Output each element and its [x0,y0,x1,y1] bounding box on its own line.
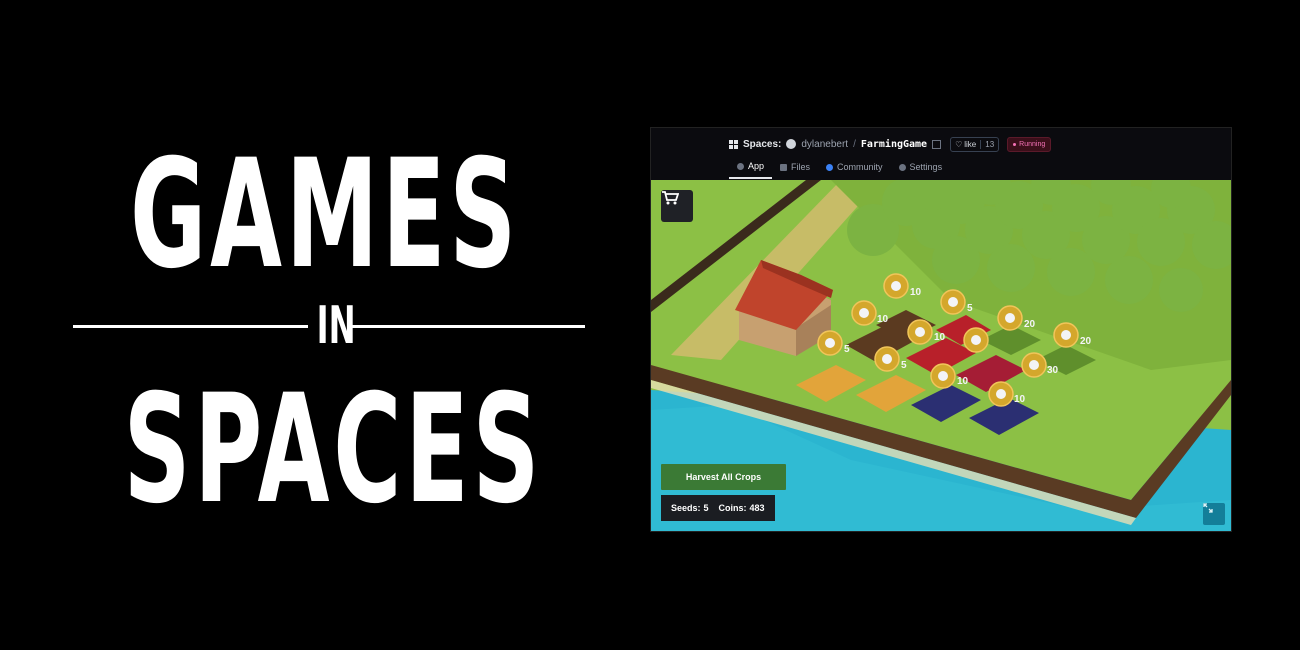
fullscreen-button[interactable] [1203,503,1225,525]
tab-settings-label: Settings [909,162,943,172]
space-header: Spaces: dylanebert / FarmingGame ♡ like … [651,128,1231,181]
divider-left [73,325,308,328]
hero-word-spaces: SPACES [123,363,544,537]
coins-value: 483 [749,503,765,513]
plot-value-label: 10 [957,376,969,387]
tab-app[interactable]: App [729,155,773,179]
breadcrumb: Spaces: dylanebert / FarmingGame ♡ like … [729,136,1052,152]
game-canvas[interactable]: 10 5 10 10 20 20 5 5 10 30 10 Harvest Al… [651,180,1231,531]
hero-title: GAMES IN SPACES [0,0,650,650]
seeds-stat: Seeds: 5 [671,503,709,513]
plot-value-label: 10 [910,287,922,298]
spaces-label[interactable]: Spaces: [743,139,781,150]
app-icon [737,162,744,170]
repo-link[interactable]: FarmingGame [861,139,927,150]
files-icon [780,163,788,171]
copy-icon[interactable] [932,139,942,149]
plot-value-label: 10 [1014,394,1026,405]
status-text: Running [1019,140,1046,148]
tab-community-label: Community [837,162,883,172]
coins-label: Coins: [718,503,747,513]
tab-files-label: Files [791,162,811,172]
heart-icon: ♡ [955,139,963,149]
plot-value-label: 10 [934,332,946,343]
plot-value-label: 5 [844,344,850,355]
divider-right [350,325,585,328]
tab-settings[interactable]: Settings [891,155,951,179]
plot-value-label: 20 [1080,336,1092,347]
harvest-all-button[interactable]: Harvest All Crops [661,464,786,490]
plot-value-label: 5 [901,360,907,371]
plot-value-label: 30 [1047,365,1059,376]
shopping-cart-icon [662,191,679,205]
breadcrumb-separator: / [853,138,856,150]
like-button[interactable]: ♡ like 13 [950,136,1000,152]
shop-button[interactable] [661,190,693,222]
tab-app-label: App [748,161,765,171]
community-icon [826,163,834,171]
plot-value-label: 20 [1024,319,1036,330]
tab-files[interactable]: Files [772,155,818,179]
hero-word-games: GAMES [130,128,520,302]
status-badge: Running [1007,136,1052,152]
expand-icon [1203,503,1213,513]
tab-community[interactable]: Community [818,155,891,179]
avatar[interactable] [786,139,797,149]
spaces-grid-icon [729,139,738,149]
space-window: Spaces: dylanebert / FarmingGame ♡ like … [650,127,1232,532]
like-label: like [964,139,977,149]
hero-word-in: IN [316,296,356,356]
seeds-label: Seeds: [671,503,701,513]
resource-stats: Seeds: 5 Coins: 483 [661,495,775,521]
space-tabs: App Files Community Settings [729,155,950,180]
status-dot-icon [1013,142,1017,146]
coins-stat: Coins: 483 [719,503,765,513]
like-count: 13 [985,139,995,149]
plot-value-label: 10 [877,314,889,325]
gear-icon [898,163,906,171]
hero-in-row: IN [73,300,585,352]
plot-value-label: 5 [967,303,973,314]
owner-link[interactable]: dylanebert [801,139,848,150]
seeds-value: 5 [703,503,709,513]
